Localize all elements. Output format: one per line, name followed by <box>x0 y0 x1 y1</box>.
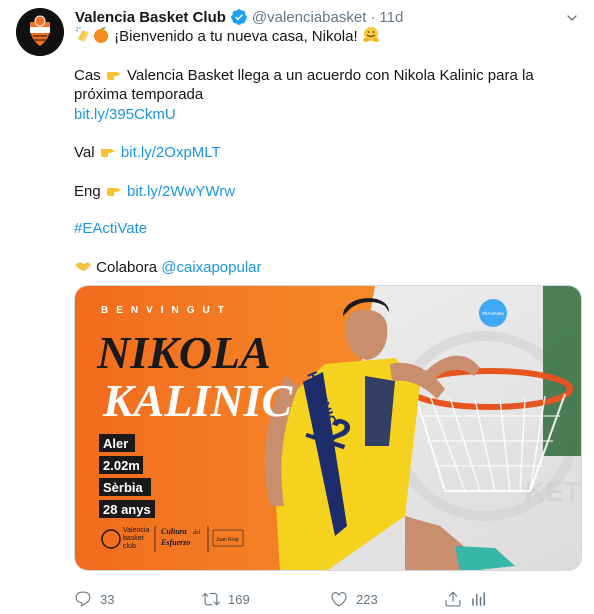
valencia-basket-logo-icon <box>16 8 64 56</box>
tweet-line-val: Val bit.ly/2OxpMLT <box>74 142 584 163</box>
share-icon <box>445 591 461 607</box>
tweet-header: Valencia Basket Club @valenciabasket · 1… <box>75 7 578 27</box>
reply-count: 33 <box>100 591 115 607</box>
tweet-line-cas: Cas Valencia Basket llega a un acuerdo c… <box>74 65 584 105</box>
chevron-down-icon[interactable] <box>564 10 580 26</box>
sponsor-cultura: Cultura <box>161 527 187 536</box>
like-count: 223 <box>356 591 378 607</box>
last-name-text: KALINIC <box>102 375 293 426</box>
retweet-icon <box>202 592 220 606</box>
orange-fruit-icon <box>94 27 108 43</box>
benvingut-text: BENVINGUT <box>101 305 232 316</box>
stat-height: 2.02m <box>103 458 140 473</box>
val-link[interactable]: bit.ly/2OxpMLT <box>121 144 221 161</box>
club-logo-line1: Valencia <box>123 527 149 534</box>
pointing-right-icon <box>106 71 121 80</box>
clapping-hands-icon <box>75 26 89 42</box>
tweet-line-eng: Eng bit.ly/2WwYWrw <box>74 181 584 202</box>
handle[interactable]: @valenciabasket <box>252 9 366 26</box>
hashtag-link[interactable]: #EActiVate <box>74 219 584 239</box>
pointing-right-icon <box>100 149 115 157</box>
sponsor-juan-roig: Juan Roig <box>216 537 239 543</box>
eng-prefix: Eng <box>74 182 101 200</box>
share-button[interactable] <box>444 588 462 610</box>
colabora-mention[interactable]: @caixapopular <box>161 259 261 276</box>
club-logo-line3: club <box>123 543 136 550</box>
retweet-button[interactable]: 169 <box>202 588 250 610</box>
sponsor-esfuerzo: Esfuerzo <box>160 538 190 547</box>
heart-icon <box>331 592 347 607</box>
analytics-icon <box>472 592 485 606</box>
tweet-actions: 33 169 223 <box>74 588 584 610</box>
hugging-face-icon <box>362 27 379 42</box>
cas-prefix: Cas <box>74 66 101 84</box>
like-button[interactable]: 223 <box>330 588 378 610</box>
pointing-right-icon <box>106 187 121 196</box>
separator-dot: · <box>370 8 376 26</box>
timestamp[interactable]: 11d <box>379 9 403 26</box>
eng-link[interactable]: bit.ly/2WwYWrw <box>127 183 235 200</box>
display-name[interactable]: Valencia Basket Club <box>75 9 226 26</box>
stat-age: 28 anys <box>103 502 151 517</box>
tweet-text: ¡Bienvenido a tu nueva casa, Nikola! Cas… <box>74 26 584 277</box>
tweet-image[interactable]: KET KALINIC 12 BENVINGUT NIKOLA KALINIC <box>74 285 582 571</box>
verified-badge-icon <box>231 9 247 25</box>
reply-icon <box>75 591 91 607</box>
val-prefix: Val <box>74 144 95 161</box>
sponsor-del: del <box>193 530 201 536</box>
reply-button[interactable]: 33 <box>74 588 114 610</box>
player-announcement-graphic: KET KALINIC 12 BENVINGUT NIKOLA KALINIC <box>75 286 581 570</box>
eactivate-badge-text: #EActiVate <box>482 311 504 316</box>
cas-link[interactable]: bit.ly/395CkmU <box>74 105 584 125</box>
welcome-text: ¡Bienvenido a tu nueva casa, Nikola! <box>114 28 358 45</box>
club-logo-line2: basket <box>123 535 144 542</box>
avatar[interactable] <box>16 8 64 56</box>
tweet-line-welcome: ¡Bienvenido a tu nueva casa, Nikola! <box>74 26 584 47</box>
tweet[interactable]: Valencia Basket Club @valenciabasket · 1… <box>0 0 594 614</box>
stat-position: Aler <box>103 436 128 451</box>
colabora-text: Colabora <box>96 258 158 276</box>
tweet-line-colabora: Colabora @caixapopular <box>74 257 584 278</box>
stat-country: Sèrbia <box>103 480 144 495</box>
first-name-text: NIKOLA <box>96 327 271 378</box>
retweet-count: 169 <box>228 591 250 607</box>
handshake-icon <box>75 261 91 271</box>
analytics-button[interactable] <box>470 588 488 610</box>
cas-text: Valencia Basket llega a un acuerdo con N… <box>74 66 534 104</box>
